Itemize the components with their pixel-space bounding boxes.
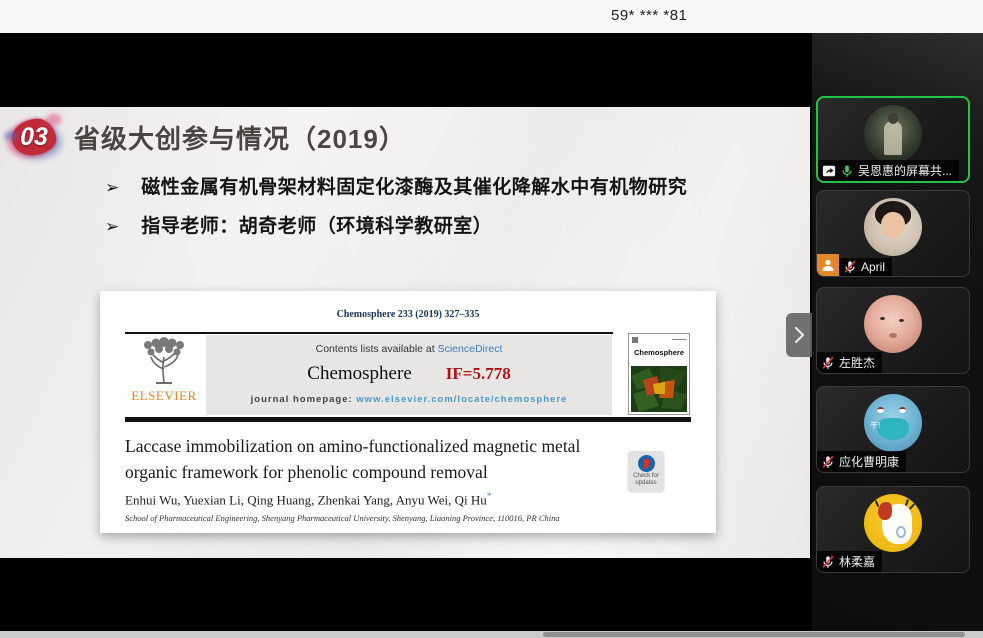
journal-article-figure: Chemosphere 233 (2019) 327–335	[100, 291, 716, 533]
homepage-line: journal homepage: www.elsevier.com/locat…	[206, 394, 612, 405]
article-title: Laccase immobilization on amino-function…	[125, 433, 595, 485]
elsevier-tree-icon	[138, 337, 190, 387]
check-for-updates-badge[interactable]: Check for updates	[628, 451, 664, 491]
journal-citation: Chemosphere 233 (2019) 327–335	[100, 309, 716, 320]
window-title-bar: 59* *** *81	[0, 0, 983, 33]
divider	[125, 332, 613, 334]
participant-tile-sharing[interactable]: 吴恩惠的屏幕共...	[816, 96, 970, 183]
contents-line: Contents lists available at ScienceDirec…	[206, 343, 612, 355]
article-affiliation: School of Pharmaceutical Engineering, Sh…	[125, 513, 560, 523]
journal-cover-thumbnail: Chemosphere	[628, 333, 690, 415]
journal-name-row: Chemosphere IF=5.778	[206, 363, 612, 385]
member-role-badge	[817, 254, 839, 276]
list-item: ➢ 磁性金属有机骨架材料固定化漆酶及其催化降解水中有机物研究	[105, 175, 687, 201]
journal-header-box: Contents lists available at ScienceDirec…	[206, 335, 612, 415]
participant-name: 左胜杰	[839, 354, 875, 371]
screen-share-icon	[822, 164, 836, 178]
mic-muted-icon	[821, 356, 835, 370]
divider	[125, 417, 691, 422]
participant-name: 应化曹明康	[839, 453, 899, 470]
participant-label: 吴恩惠的屏幕共...	[818, 160, 959, 181]
presentation-slide: 03 省级大创参与情况（2019） ➢ 磁性金属有机骨架材料固定化漆酶及其催化降…	[0, 107, 810, 558]
participant-tile[interactable]: 干! 应化曹明康	[816, 386, 970, 473]
slide-header: 03 省级大创参与情况（2019）	[10, 115, 406, 159]
bullet-arrow-icon: ➢	[105, 175, 119, 201]
sciencedirect-link[interactable]: ScienceDirect	[438, 343, 503, 355]
participant-label: April	[839, 258, 892, 276]
participant-label: 应化曹明康	[817, 451, 906, 472]
participant-tile[interactable]: April	[816, 190, 970, 277]
participant-name: 吴恩惠的屏幕共...	[858, 162, 952, 179]
elsevier-wordmark: ELSEVIER	[126, 388, 202, 404]
bullet-list: ➢ 磁性金属有机骨架材料固定化漆酶及其催化降解水中有机物研究 ➢ 指导老师：胡奇…	[105, 175, 687, 253]
elsevier-logo: ELSEVIER	[126, 337, 202, 415]
cover-decoration	[672, 339, 686, 340]
mic-on-icon	[840, 164, 854, 178]
participant-label: 左胜杰	[817, 352, 882, 373]
participant-label: 林柔嘉	[817, 551, 882, 572]
chevron-right-icon	[793, 326, 805, 344]
impact-factor: IF=5.778	[446, 364, 511, 384]
crossmark-icon	[638, 455, 655, 472]
person-icon	[821, 258, 835, 272]
sidebar-collapse-button[interactable]	[786, 313, 812, 357]
meeting-window: 59* *** *81 03 省级大创参与情况（2019） ➢ 磁性金属有机骨架…	[0, 0, 983, 638]
cover-artwork	[631, 366, 687, 412]
caller-phone-number: 59* *** *81	[611, 7, 687, 24]
mic-muted-icon	[821, 455, 835, 469]
cover-logo-icon	[632, 337, 638, 343]
avatar: 干!	[864, 394, 922, 452]
cover-title: Chemosphere	[629, 348, 689, 357]
horizontal-scrollbar[interactable]	[0, 631, 983, 638]
list-item: ➢ 指导老师：胡奇老师（环境科学教研室）	[105, 214, 687, 240]
journal-homepage-link[interactable]: www.elsevier.com/locate/chemosphere	[356, 394, 567, 405]
corresponding-author-mark: *	[487, 491, 492, 501]
avatar	[864, 105, 922, 163]
section-number-badge: 03	[10, 115, 58, 159]
participant-name: 林柔嘉	[839, 553, 875, 570]
bullet-arrow-icon: ➢	[105, 214, 119, 240]
shared-screen-stage: 03 省级大创参与情况（2019） ➢ 磁性金属有机骨架材料固定化漆酶及其催化降…	[0, 33, 810, 631]
avatar	[864, 295, 922, 353]
avatar	[864, 198, 922, 256]
slide-title: 省级大创参与情况（2019）	[74, 119, 406, 156]
mic-muted-icon	[843, 260, 857, 274]
avatar	[864, 494, 922, 552]
participant-tile[interactable]: 左胜杰	[816, 287, 970, 374]
participant-name: April	[861, 260, 885, 274]
journal-name: Chemosphere	[307, 363, 411, 385]
article-authors: Enhui Wu, Yuexian Li, Qing Huang, Zhenka…	[125, 491, 491, 508]
participant-tile[interactable]: 林柔嘉	[816, 486, 970, 573]
mic-muted-icon	[821, 555, 835, 569]
scrollbar-thumb[interactable]	[543, 632, 965, 637]
participants-sidebar: 吴恩惠的屏幕共... April	[812, 33, 983, 631]
